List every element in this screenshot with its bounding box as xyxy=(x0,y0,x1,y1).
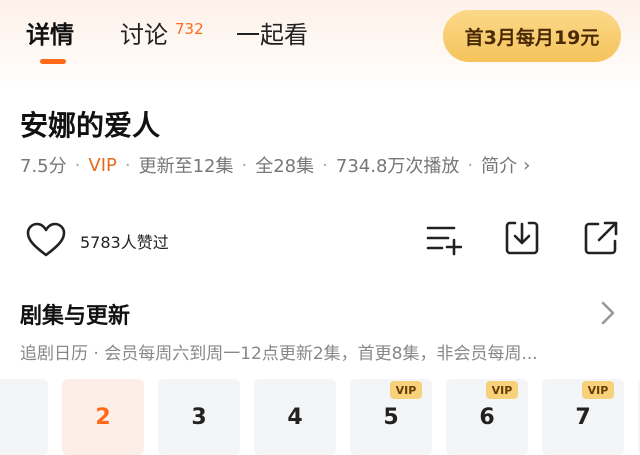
action-bar: 5783人赞过 xyxy=(0,208,640,268)
discussion-count-badge: 732 xyxy=(175,20,204,38)
chevron-right-icon[interactable]: › xyxy=(523,155,530,176)
total-episodes: 全28集 xyxy=(255,156,315,177)
episode-list: 1 2 3 4 5 VIP 6 VIP 7 VIP xyxy=(0,379,640,455)
meta-separator: · xyxy=(467,154,474,176)
meta-separator: · xyxy=(322,154,328,176)
vip-promo-button[interactable]: 首3月每月19元 xyxy=(443,10,621,62)
vip-badge: VIP xyxy=(390,381,422,399)
download-icon[interactable] xyxy=(504,220,540,256)
episode-item-5[interactable]: 5 VIP xyxy=(350,379,432,455)
tab-discussion[interactable]: 讨论 xyxy=(120,18,168,52)
show-rating: 7.5分 xyxy=(20,156,67,177)
vip-tag: VIP xyxy=(88,154,117,176)
chevron-right-icon[interactable] xyxy=(598,300,618,326)
meta-separator: · xyxy=(241,154,248,176)
share-icon[interactable] xyxy=(583,220,619,256)
episode-number: 7 xyxy=(575,404,591,430)
episode-item-4[interactable]: 4 xyxy=(254,379,336,455)
meta-separator: · xyxy=(124,154,131,176)
heart-icon[interactable] xyxy=(26,222,66,258)
episode-number: 2 xyxy=(95,404,111,430)
play-count: 734.8万次播放 xyxy=(335,156,460,177)
meta-separator: · xyxy=(74,154,81,176)
tab-watch-together[interactable]: 一起看 xyxy=(236,18,308,52)
intro-link[interactable]: 简介 xyxy=(481,152,517,178)
episode-number: 5 xyxy=(383,404,399,430)
like-count: 5783人赞过 xyxy=(80,233,169,252)
show-title: 安娜的爱人 xyxy=(20,109,161,142)
episode-item-6[interactable]: 6 VIP xyxy=(446,379,528,455)
add-to-playlist-icon[interactable] xyxy=(426,220,462,256)
episode-item-7[interactable]: 7 VIP xyxy=(542,379,624,455)
episode-number: 4 xyxy=(287,404,303,430)
update-schedule-text[interactable]: 追剧日历 · 会员每周六到周一12点更新2集，首更8集，非会员每周... xyxy=(20,339,620,364)
active-tab-indicator xyxy=(40,59,66,64)
episode-item-2[interactable]: 2 xyxy=(62,379,144,455)
episode-item-1[interactable]: 1 xyxy=(0,379,48,455)
episodes-section-title: 剧集与更新 xyxy=(20,304,131,329)
tab-details[interactable]: 详情 xyxy=(26,18,74,52)
episode-item-3[interactable]: 3 xyxy=(158,379,240,455)
episode-number: 6 xyxy=(479,404,495,430)
show-meta: 7.5分 · VIP · 更新至12集 · 全28集 · 734.8万次播放 ·… xyxy=(20,152,530,178)
episode-number: 3 xyxy=(191,404,207,430)
vip-badge: VIP xyxy=(582,381,614,399)
vip-badge: VIP xyxy=(486,381,518,399)
tab-bar: 详情 讨论 732 一起看 首3月每月19元 xyxy=(0,0,640,72)
update-status: 更新至12集 xyxy=(138,156,234,177)
